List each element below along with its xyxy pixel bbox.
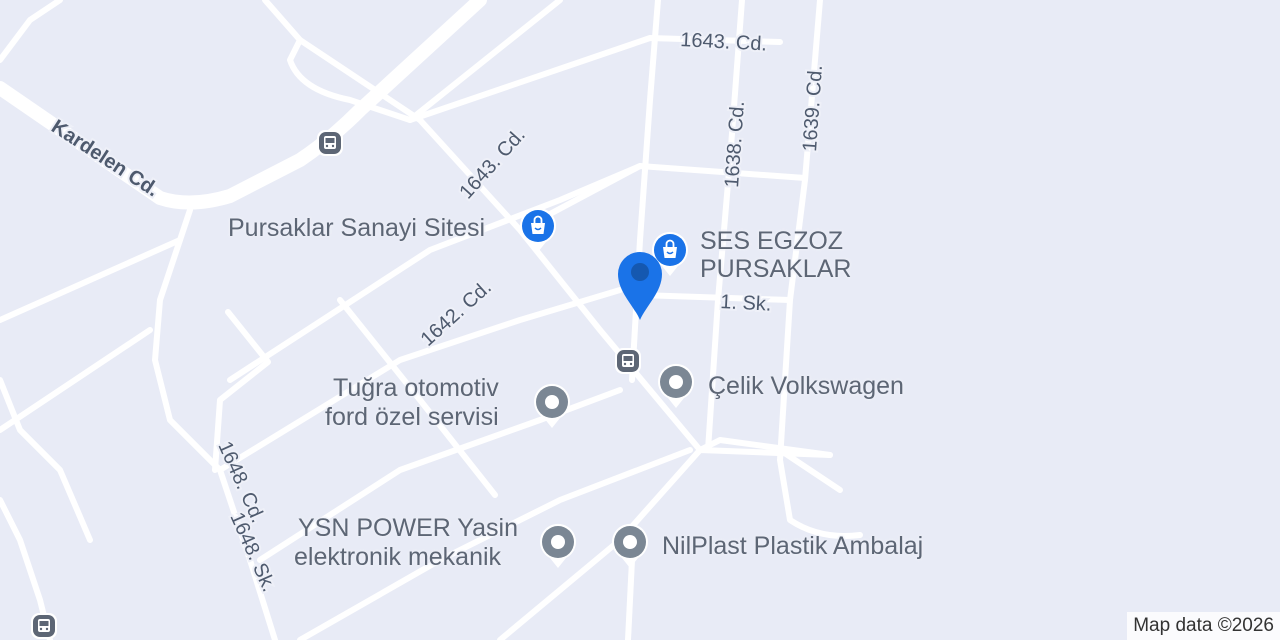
street-label-1643-top: 1643. Cd. [680,29,768,56]
street-label-1-sk: 1. Sk. [720,291,772,316]
place-label-line2: elektronik mekanik [294,543,502,571]
street-label-kardelen: Kardelen Cd. [47,116,162,202]
bus-stop-icon[interactable] [614,347,642,375]
road-lower-center [625,557,635,640]
location-pin-icon[interactable] [612,244,668,324]
bus-stop-icon[interactable] [30,612,58,640]
map-canvas[interactable]: Kardelen Cd. 1643. Cd. 1643. Cd. 1638. C… [0,0,1280,640]
map-attribution: Map data ©2026 [1127,612,1280,640]
place-label-line1: Tuğra otomotiv [333,374,499,402]
road-kardelen-west [0,0,63,63]
place-label: NilPlast Plastik Ambalaj [662,532,924,560]
road-left-6 [0,377,93,543]
street-label-1639: 1639. Cd. [799,64,827,152]
road-kardelen [0,0,487,210]
place-label-line2: PURSAKLAR [700,255,852,283]
place-dot-icon[interactable] [538,520,578,570]
bus-stop-icon[interactable] [316,129,344,157]
place-dot-icon[interactable] [532,380,572,430]
shopping-bag-icon[interactable] [518,204,558,254]
street-label-1643-diag: 1643. Cd. [455,124,529,203]
place-dot-icon[interactable] [656,360,696,410]
road-left-1 [0,237,183,323]
place-dot-icon[interactable] [610,520,650,570]
road-left-3 [0,327,153,433]
place-label-line1: YSN POWER Yasin [298,514,518,542]
place-label-line1: SES EGZOZ [700,227,844,255]
place-label: Çelik Volkswagen [708,372,904,400]
place-label: Pursaklar Sanayi Sitesi [228,214,486,242]
place-label-line2: ford özel servisi [325,403,499,431]
